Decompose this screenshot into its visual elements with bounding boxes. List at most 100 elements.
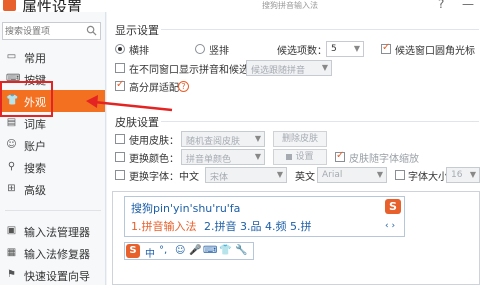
minimize-button[interactable]: — <box>462 0 474 11</box>
candidate-count-select[interactable]: 5 ▼ <box>326 41 364 57</box>
punctuation-icon: °, <box>159 245 168 256</box>
skin-select[interactable]: 随机查阅皮肤 ▼ <box>181 131 265 147</box>
skin-value: 随机查阅皮肤 <box>186 137 241 147</box>
chevron-down-icon: ▼ <box>276 170 283 179</box>
candidate-first: 1.拼音输入法 <box>131 220 197 233</box>
window-subtitle: 搜狗拼音输入法 <box>262 1 318 10</box>
sidebar-item-ime-manager[interactable]: ▣ 输入法管理器 <box>0 220 105 242</box>
settings-button-label: 设置 <box>295 152 314 162</box>
sidebar-item-label: 输入法修复器 <box>24 248 90 261</box>
candidate-window: 搜狗pin'yin'shu'ru'fa 1.拼音输入法 2.拼音 3.品 4.频… <box>124 196 405 237</box>
search-icon[interactable] <box>86 25 97 36</box>
section-divider <box>161 29 479 30</box>
chinese-font-value: 宋体 <box>210 173 229 183</box>
color-swatch-icon <box>286 153 293 160</box>
chevron-down-icon: ▼ <box>321 63 328 72</box>
color-settings-button[interactable]: 设置 <box>273 149 327 165</box>
user-icon: ☺ <box>6 139 17 150</box>
manager-icon: ▣ <box>6 225 17 236</box>
font-size-checkbox[interactable] <box>395 170 405 180</box>
pinyin-window-value: 候选跟随拼音 <box>251 66 306 76</box>
round-corner-label: 候选窗口圆角光标 <box>395 46 475 57</box>
sidebar-item-common[interactable]: ▭ 常用 <box>0 46 105 68</box>
follow-font-checkbox[interactable] <box>335 150 345 162</box>
section-divider <box>161 121 479 122</box>
chinese-mode-icon: 中 <box>145 249 155 260</box>
repair-icon: ▦ <box>6 247 17 258</box>
pinyin-window-select[interactable]: 候选跟随拼音 ▼ <box>246 60 332 76</box>
sidebar-item-label: 快速设置向导 <box>24 270 90 283</box>
sidebar-item-advanced[interactable]: ⊞ 高级 <box>0 178 105 200</box>
skin-preview: 搜狗pin'yin'shu'ru'fa 1.拼音输入法 2.拼音 3.品 4.频… <box>112 191 480 285</box>
vertical-radio[interactable] <box>195 44 205 54</box>
settings-panel: 显示设置 横排 竖排 候选项数： 5 ▼ 候选窗口圆角光标 在不同窗口显示拼音和… <box>107 12 486 285</box>
sidebar-item-label: 词库 <box>24 118 46 131</box>
help-button[interactable]: ? <box>438 0 444 11</box>
page-nav-arrows: ‹ › <box>385 221 396 231</box>
sidebar-item-label: 输入法管理器 <box>24 226 90 239</box>
pinyin-composition: 搜狗pin'yin'shu'ru'fa <box>131 202 241 215</box>
title-bar: 属性设置 搜狗拼音输入法 ? — <box>0 0 486 16</box>
sidebar-item-label: 账户 <box>24 140 46 153</box>
sogou-logo-icon: S <box>385 199 401 214</box>
wizard-icon: ⚑ <box>7 269 16 280</box>
font-size-label: 字体大小 <box>408 172 448 183</box>
keyboard-icon: ⌨ <box>203 245 218 256</box>
sidebar-divider <box>5 210 101 211</box>
microphone-icon: 🎤 <box>189 245 202 256</box>
search-box[interactable] <box>2 22 101 40</box>
annotation-highlight-box <box>0 81 53 117</box>
sidebar-item-label: 搜索 <box>24 162 46 175</box>
use-skin-label: 使用皮肤： <box>129 136 179 147</box>
sidebar-item-setup-wizard[interactable]: ⚑ 快速设置向导 <box>0 264 105 285</box>
candidate-count-label: 候选项数： <box>277 46 327 57</box>
sidebar: ▭ 常用 ⌨ 按键 👕 外观 ▤ 词库 ☺ 账户 ⚲ 搜索 ⊞ 高级 ▣ 输入法… <box>0 12 106 285</box>
round-corner-checkbox[interactable] <box>381 42 391 54</box>
change-font-label: 更换字体：中文 <box>129 172 199 183</box>
monitor-icon: ▭ <box>6 51 17 62</box>
status-toolbar: S 中 °, ☺ 🎤 ⌨ 👕 🔧 <box>124 242 254 260</box>
display-section-title: 显示设置 <box>115 24 159 37</box>
search-icon: ⚲ <box>7 161 16 172</box>
font-size-select[interactable]: 16 ▼ <box>446 167 480 183</box>
chevron-down-icon: ▼ <box>376 170 383 179</box>
sidebar-item-label: 高级 <box>24 184 46 197</box>
shirt-icon: 👕 <box>219 245 232 256</box>
sogou-app-icon <box>3 0 16 11</box>
sidebar-item-account[interactable]: ☺ 账户 <box>0 134 105 156</box>
change-font-checkbox[interactable] <box>115 170 125 180</box>
font-size-value: 16 <box>451 170 463 180</box>
chevron-down-icon: ▼ <box>353 44 360 53</box>
sidebar-item-ime-repair[interactable]: ▦ 输入法修复器 <box>0 242 105 264</box>
book-icon: ▤ <box>6 117 17 128</box>
english-font-label: 英文 <box>295 172 315 183</box>
chevron-down-icon: ▼ <box>254 152 261 161</box>
emoji-icon: ☺ <box>175 245 186 256</box>
horizontal-label: 横排 <box>129 46 149 57</box>
chevron-down-icon: ▼ <box>469 170 476 179</box>
use-skin-checkbox[interactable] <box>115 134 125 144</box>
pinyin-window-label: 在不同窗口显示拼音和候选词 <box>129 65 259 76</box>
english-font-select[interactable]: Arial ▼ <box>317 167 387 183</box>
sidebar-item-search[interactable]: ⚲ 搜索 <box>0 156 105 178</box>
candidate-count-value: 5 <box>331 44 337 54</box>
help-icon[interactable]: ? <box>178 81 189 92</box>
chevron-down-icon: ▼ <box>254 134 261 143</box>
change-color-label: 更换颜色： <box>129 154 179 165</box>
english-font-value: Arial <box>322 170 343 180</box>
search-input[interactable] <box>5 25 85 38</box>
advanced-icon: ⊞ <box>7 183 16 194</box>
color-select[interactable]: 拼音单颜色 ▼ <box>181 149 265 165</box>
delete-skin-button[interactable]: 删除皮肤 <box>273 131 327 147</box>
change-color-checkbox[interactable] <box>115 152 125 162</box>
chinese-font-select[interactable]: 宋体 ▼ <box>205 167 287 183</box>
sogou-logo-icon: S <box>126 244 140 258</box>
pinyin-window-checkbox[interactable] <box>115 63 125 73</box>
annotation-arrow-icon <box>86 95 173 112</box>
horizontal-radio[interactable] <box>115 44 125 54</box>
color-value: 拼音单颜色 <box>186 155 232 165</box>
vertical-label: 竖排 <box>209 46 229 57</box>
sidebar-item-label: 常用 <box>24 52 46 65</box>
wrench-icon: 🔧 <box>235 245 248 256</box>
follow-font-label: 皮肤随字体缩放 <box>349 154 419 165</box>
